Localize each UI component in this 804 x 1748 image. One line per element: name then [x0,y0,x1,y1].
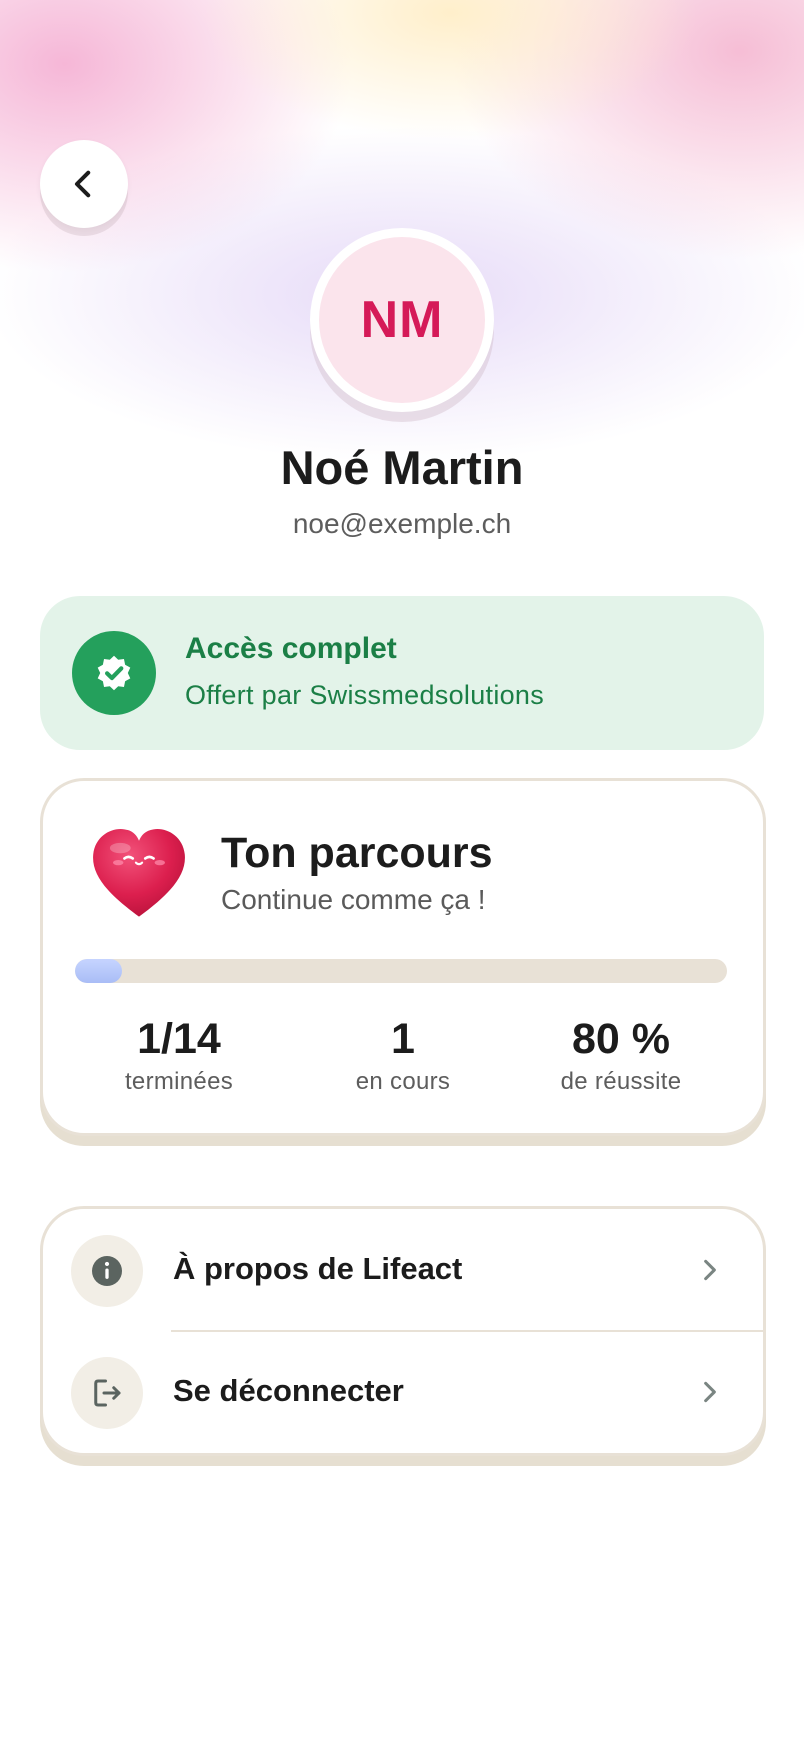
stat-value: 1 [391,1015,415,1063]
avatar: NM [310,228,494,412]
menu-item-about[interactable]: À propos de Lifeact [43,1209,763,1332]
journey-subtitle: Continue comme ça ! [221,884,486,915]
progress-bar [75,959,727,983]
access-subtitle: Offert par Swissmedsolutions [185,680,545,710]
progress-bar-fill [75,959,122,983]
verified-badge-icon [72,631,156,715]
settings-menu: À propos de Lifeact Se déconnecter [40,1206,766,1456]
access-status-card: Accès complet Offert par Swissmedsolutio… [40,596,764,750]
user-email: noe@exemple.ch [292,508,512,539]
access-title: Accès complet [185,632,397,665]
stat-value: 80 % [571,1015,670,1063]
heart-icon [93,829,185,917]
stat-in-progress: 1 en cours [293,1013,513,1097]
user-name: Noé Martin [280,441,524,494]
chevron-left-icon [74,170,91,198]
menu-item-label: Se déconnecter [173,1373,404,1408]
journey-title: Ton parcours [221,829,493,877]
stat-label: terminées [124,1068,234,1095]
info-icon [71,1235,143,1307]
chevron-right-icon [695,1377,725,1407]
stat-label: en cours [355,1068,451,1095]
avatar-circle: NM [319,237,485,403]
stat-label: de réussite [560,1068,682,1095]
avatar-initials: NM [360,291,444,349]
menu-item-label: À propos de Lifeact [173,1251,463,1286]
back-button[interactable] [40,140,128,228]
stat-value: 1/14 [137,1015,221,1063]
logout-icon [71,1357,143,1429]
stat-success-rate: 80 % de réussite [511,1013,731,1097]
journey-card: Ton parcours Continue comme ça ! 1/14 te… [40,778,766,1136]
menu-item-logout[interactable]: Se déconnecter [43,1331,763,1453]
stat-completed: 1/14 terminées [69,1013,289,1097]
chevron-right-icon [695,1255,725,1285]
